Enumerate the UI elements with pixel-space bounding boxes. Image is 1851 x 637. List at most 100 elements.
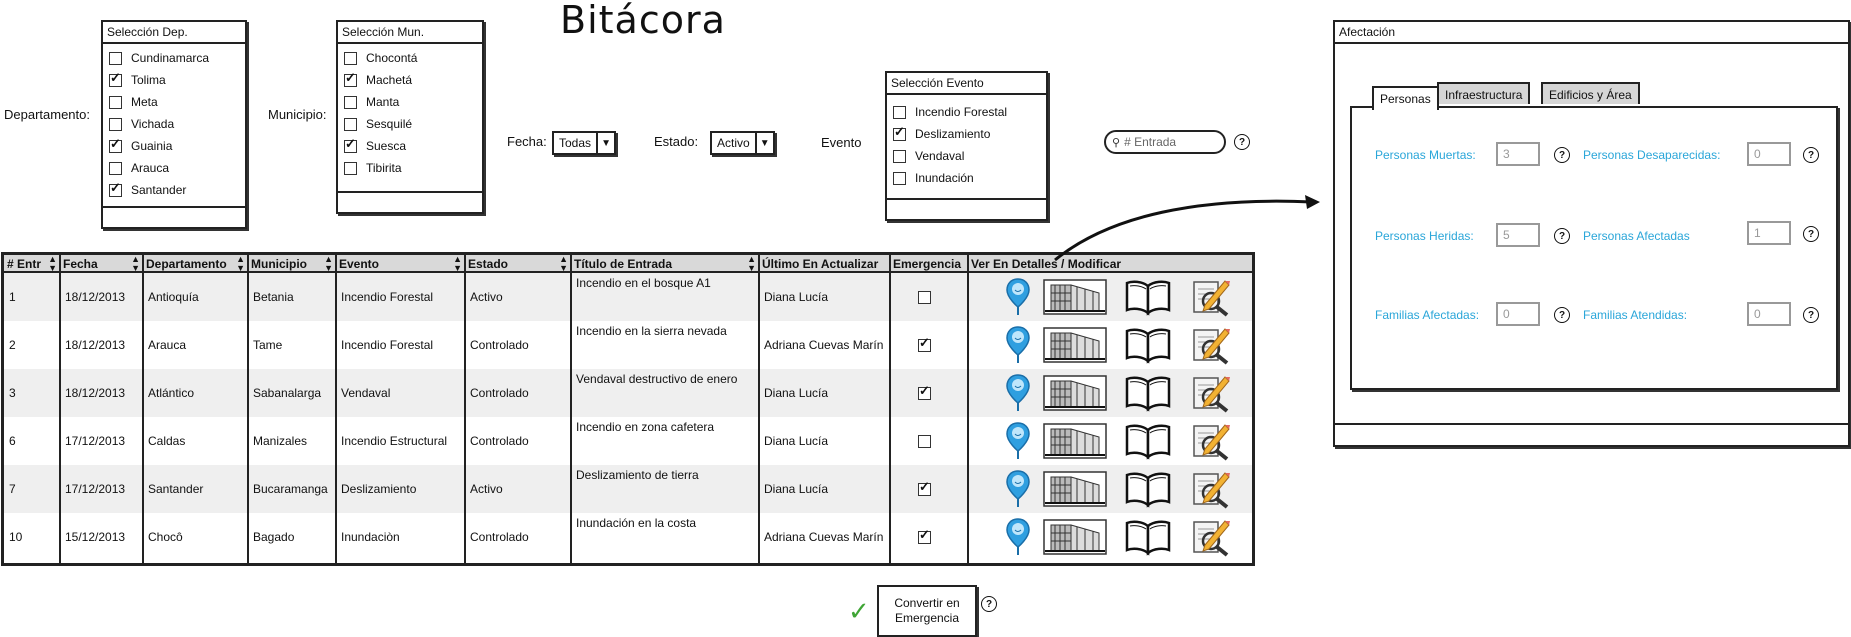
column-header[interactable]: Municipio ▲ ▼ <box>248 255 336 273</box>
chevron-down-icon[interactable]: ▼ <box>598 133 614 153</box>
help-icon[interactable]: ? <box>1554 147 1570 163</box>
image-gallery-icon[interactable] <box>1040 325 1110 365</box>
evento-option[interactable]: Incendio Forestal <box>887 101 1046 123</box>
departamento-checkbox[interactable] <box>109 95 122 109</box>
table-row[interactable]: 10 15/12/2013 Chocô Bagado Inundaciòn Control… <box>4 513 1252 561</box>
help-icon[interactable]: ? <box>1554 228 1570 244</box>
evento-checkbox[interactable] <box>893 149 906 163</box>
book-icon[interactable] <box>1122 469 1174 509</box>
image-gallery-icon[interactable] <box>1040 421 1110 461</box>
afectacion-field-input[interactable]: 0 <box>1747 142 1791 166</box>
help-icon[interactable]: ? <box>1803 307 1819 323</box>
book-icon[interactable] <box>1122 277 1174 317</box>
edit-icon[interactable] <box>1188 373 1234 413</box>
edit-icon[interactable] <box>1188 325 1234 365</box>
municipio-option[interactable]: Machetá <box>338 69 482 91</box>
municipio-option[interactable]: Manta <box>338 91 482 113</box>
edit-icon[interactable] <box>1188 421 1234 461</box>
book-icon[interactable] <box>1122 517 1174 557</box>
departamento-option[interactable]: Guainia <box>103 135 245 157</box>
municipio-checkbox[interactable] <box>344 95 357 109</box>
sort-icon[interactable]: ▲ ▼ <box>747 255 756 271</box>
map-pin-icon[interactable] <box>998 277 1038 317</box>
departamento-checkbox[interactable] <box>109 180 122 197</box>
help-icon[interactable]: ? <box>1234 134 1250 150</box>
column-header[interactable]: Fecha ▲ ▼ <box>60 255 143 273</box>
book-icon[interactable] <box>1122 325 1174 365</box>
help-icon[interactable]: ? <box>1554 307 1570 323</box>
help-icon[interactable]: ? <box>1803 226 1819 242</box>
edit-icon[interactable] <box>1188 517 1234 557</box>
map-pin-icon[interactable] <box>998 421 1038 461</box>
municipio-checkbox[interactable] <box>344 117 357 131</box>
departamento-option[interactable]: Santander <box>103 179 245 201</box>
table-row[interactable]: 7 17/12/2013 Santander Bucaramanga Deslizami… <box>4 465 1252 513</box>
column-header[interactable]: Evento ▲ ▼ <box>336 255 465 273</box>
book-icon[interactable] <box>1122 373 1174 413</box>
emergencia-checkbox[interactable] <box>918 290 931 304</box>
sort-icon[interactable]: ▲ ▼ <box>453 255 462 271</box>
map-pin-icon[interactable] <box>998 469 1038 509</box>
municipio-option[interactable]: Sesquilé <box>338 113 482 135</box>
column-header[interactable]: # Entr ▲ ▼ <box>4 255 60 273</box>
departamento-checkbox[interactable] <box>109 70 122 87</box>
emergencia-checkbox[interactable] <box>918 434 931 448</box>
emergencia-checkbox[interactable] <box>918 479 931 496</box>
evento-checkbox[interactable] <box>893 105 906 119</box>
municipio-checkbox[interactable] <box>344 70 357 87</box>
table-row[interactable]: 1 18/12/2013 Antioquía Betania Incendio Fore… <box>4 273 1252 321</box>
evento-option[interactable]: Deslizamiento <box>887 123 1046 145</box>
afectacion-field-input[interactable]: 5 <box>1496 223 1540 247</box>
tab-infraestructura[interactable]: Infraestructura <box>1437 82 1531 104</box>
map-pin-icon[interactable] <box>998 373 1038 413</box>
evento-checkbox[interactable] <box>893 171 906 185</box>
departamento-option[interactable]: Vichada <box>103 113 245 135</box>
estado-select[interactable]: Activo ▼ <box>710 131 775 155</box>
emergencia-checkbox[interactable] <box>918 527 931 544</box>
tab-personas[interactable]: Personas <box>1372 86 1439 110</box>
municipio-option[interactable]: Tibirita <box>338 157 482 179</box>
sort-icon[interactable]: ▲ ▼ <box>236 255 245 271</box>
book-icon[interactable] <box>1122 421 1174 461</box>
municipio-option[interactable]: Suesca <box>338 135 482 157</box>
image-gallery-icon[interactable] <box>1040 277 1110 317</box>
sort-icon[interactable]: ▲ ▼ <box>559 255 568 271</box>
afectacion-field-input[interactable]: 1 <box>1747 221 1791 245</box>
sort-icon[interactable]: ▲ ▼ <box>131 255 140 271</box>
departamento-checkbox[interactable] <box>109 161 122 175</box>
afectacion-field-input[interactable]: 3 <box>1496 142 1540 166</box>
departamento-checkbox[interactable] <box>109 51 122 65</box>
map-pin-icon[interactable] <box>998 517 1038 557</box>
edit-icon[interactable] <box>1188 277 1234 317</box>
municipio-checkbox[interactable] <box>344 51 357 65</box>
convertir-emergencia-button[interactable]: Convertir en Emergencia <box>877 585 977 637</box>
column-header[interactable]: Estado ▲ ▼ <box>465 255 571 273</box>
table-row[interactable]: 6 17/12/2013 Caldas Manizales Incendio Estru… <box>4 417 1252 465</box>
emergencia-checkbox[interactable] <box>918 335 931 352</box>
image-gallery-icon[interactable] <box>1040 517 1110 557</box>
map-pin-icon[interactable] <box>998 325 1038 365</box>
column-header[interactable]: Departamento ▲ ▼ <box>143 255 248 273</box>
departamento-option[interactable]: Cundinamarca <box>103 47 245 69</box>
table-row[interactable]: 2 18/12/2013 Arauca Tame Incendio Forestal Co… <box>4 321 1252 369</box>
sort-icon[interactable]: ▲ ▼ <box>48 255 57 271</box>
afectacion-field-input[interactable]: 0 <box>1747 302 1791 326</box>
departamento-checkbox[interactable] <box>109 136 122 153</box>
departamento-option[interactable]: Tolima <box>103 69 245 91</box>
fecha-select[interactable]: Todas ▼ <box>552 131 617 155</box>
evento-option[interactable]: Vendaval <box>887 145 1046 167</box>
municipio-checkbox[interactable] <box>344 161 357 175</box>
help-icon[interactable]: ? <box>981 596 997 612</box>
emergencia-checkbox[interactable] <box>918 383 931 400</box>
afectacion-field-input[interactable]: 0 <box>1496 302 1540 326</box>
municipio-checkbox[interactable] <box>344 136 357 153</box>
sort-icon[interactable]: ▲ ▼ <box>324 255 333 271</box>
table-row[interactable]: 3 18/12/2013 Atlántico Sabanalarga Vendaval C… <box>4 369 1252 417</box>
image-gallery-icon[interactable] <box>1040 469 1110 509</box>
column-header[interactable]: Título de Entrada ▲ ▼ <box>571 255 759 273</box>
chevron-down-icon[interactable]: ▼ <box>757 133 773 153</box>
departamento-option[interactable]: Meta <box>103 91 245 113</box>
evento-option[interactable]: Inundación <box>887 167 1046 189</box>
municipio-option[interactable]: Chocontá <box>338 47 482 69</box>
image-gallery-icon[interactable] <box>1040 373 1110 413</box>
